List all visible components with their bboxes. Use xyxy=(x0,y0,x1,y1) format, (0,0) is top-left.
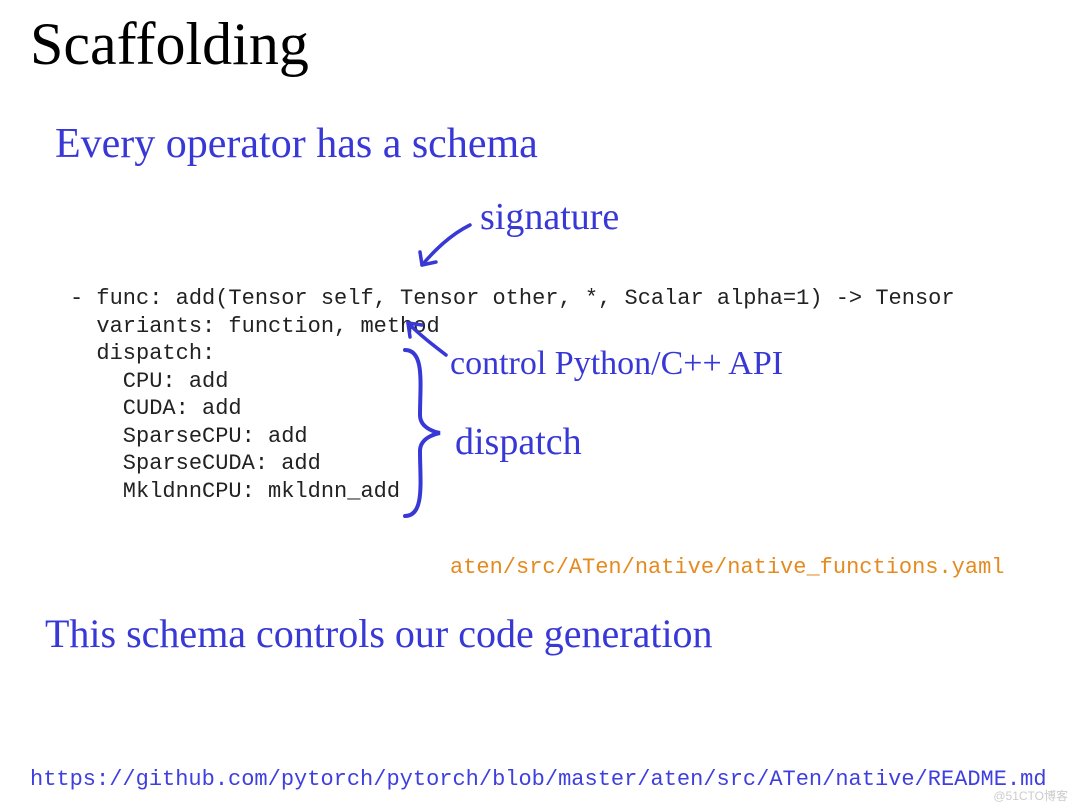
github-url: https://github.com/pytorch/pytorch/blob/… xyxy=(30,767,1047,792)
code-snippet: - func: add(Tensor self, Tensor other, *… xyxy=(70,285,955,505)
annotation-control: control Python/C++ API xyxy=(450,345,783,383)
annotation-dispatch: dispatch xyxy=(455,420,582,464)
arrow-signature-icon xyxy=(410,210,490,280)
page-title: Scaffolding xyxy=(30,10,309,79)
watermark-text: @51CTO博客 xyxy=(993,787,1068,804)
file-path-text: aten/src/ATen/native/native_functions.ya… xyxy=(450,555,1005,580)
footer-note: This schema controls our code generation xyxy=(45,610,713,657)
annotation-signature: signature xyxy=(480,195,619,239)
headline-text: Every operator has a schema xyxy=(55,120,538,168)
